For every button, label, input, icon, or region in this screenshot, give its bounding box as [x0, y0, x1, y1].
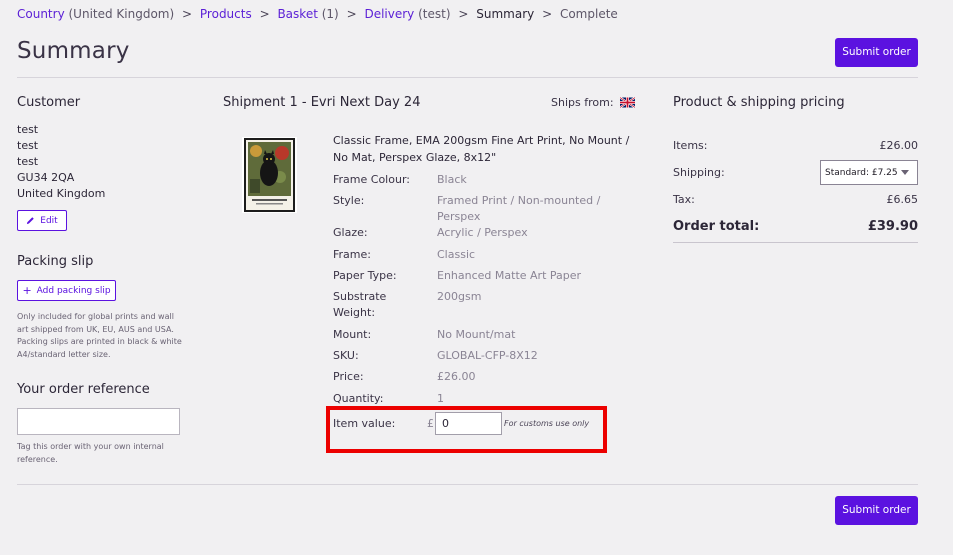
breadcrumb-basket[interactable]: Basket	[277, 7, 317, 21]
tax-label: Tax:	[673, 193, 695, 206]
page-title: Summary	[17, 38, 130, 64]
attr-label-quantity: Quantity:	[333, 392, 384, 405]
chevron-down-icon	[901, 170, 909, 175]
add-packing-slip-label: Add packing slip	[36, 285, 111, 296]
tax-value: £6.65	[886, 193, 919, 206]
breadcrumb-country-value: (United Kingdom)	[68, 7, 175, 21]
breadcrumb-separator: >	[182, 7, 193, 21]
breadcrumb-delivery-value: (test)	[418, 7, 451, 21]
add-packing-slip-button[interactable]: + Add packing slip	[17, 280, 116, 301]
attr-value-style: Framed Print / Non-mounted / Perspex	[437, 194, 601, 223]
pencil-icon	[27, 217, 35, 225]
submit-order-button-top[interactable]: Submit order	[835, 38, 918, 67]
attr-label-style: Style:	[333, 194, 365, 207]
order-total-row: Order total: £39.90	[673, 219, 918, 234]
breadcrumb-products[interactable]: Products	[200, 7, 252, 21]
breadcrumb-separator: >	[458, 7, 469, 21]
product-name: Classic Frame, EMA 200gsm Fine Art Print…	[333, 134, 630, 164]
attr-value-paper-type: Enhanced Matte Art Paper	[437, 269, 582, 282]
shipping-row: Shipping:	[673, 166, 753, 179]
breadcrumb-separator: >	[542, 7, 553, 21]
breadcrumb-basket-count: (1)	[321, 7, 339, 21]
attr-value-substrate-weight: 200gsm	[437, 290, 482, 303]
item-value-label: Item value:	[333, 417, 396, 430]
currency-symbol: £	[427, 417, 434, 430]
customer-line: test	[17, 123, 39, 136]
attr-label-sku: SKU:	[333, 349, 359, 362]
attr-value-sku: GLOBAL-CFP-8X12	[437, 349, 538, 362]
product-thumbnail	[242, 137, 297, 213]
shipping-select[interactable]: Standard: £7.25	[820, 160, 918, 185]
attr-label-frame-colour: Frame Colour:	[333, 173, 410, 186]
framed-print-image	[242, 137, 297, 213]
breadcrumb-separator: >	[346, 7, 357, 21]
order-reference-input[interactable]	[17, 408, 180, 435]
order-total-label: Order total:	[673, 219, 760, 234]
packing-slip-note: Only included for global prints and wall…	[17, 312, 182, 359]
customer-heading: Customer	[17, 95, 81, 110]
attr-value-mount: No Mount/mat	[437, 328, 516, 341]
customer-line: test	[17, 139, 39, 152]
attr-value-frame-colour: Black	[437, 173, 467, 186]
breadcrumb-delivery[interactable]: Delivery	[364, 7, 414, 21]
order-reference-note: Tag this order with your own internal re…	[17, 442, 164, 464]
item-value-input[interactable]: 0	[435, 412, 502, 435]
attr-label-glaze: Glaze:	[333, 226, 368, 239]
pricing-heading: Product & shipping pricing	[673, 95, 845, 110]
order-reference-heading: Your order reference	[17, 382, 150, 397]
submit-order-button-bottom[interactable]: Submit order	[835, 496, 918, 525]
divider-top	[17, 77, 918, 78]
attr-label-frame: Frame:	[333, 248, 371, 261]
tax-row: Tax: £6.65	[673, 193, 918, 206]
attr-label-mount: Mount:	[333, 328, 372, 341]
breadcrumb-separator: >	[259, 7, 270, 21]
shipping-selected: Standard: £7.25	[825, 167, 898, 178]
items-label: Items:	[673, 139, 708, 152]
items-value: £26.00	[879, 139, 919, 152]
breadcrumb-complete: Complete	[559, 7, 618, 21]
ships-from-label: Ships from:	[551, 96, 614, 109]
customer-line: GU34 2QA	[17, 171, 75, 184]
attr-label-paper-type: Paper Type:	[333, 269, 397, 282]
items-row: Items: £26.00	[673, 139, 918, 152]
edit-label: Edit	[40, 215, 58, 226]
customer-address: test test test GU34 2QA United Kingdom	[17, 122, 105, 202]
attr-label-substrate-weight: Substrate Weight:	[333, 290, 387, 319]
breadcrumb: Country (United Kingdom) > Products > Ba…	[17, 7, 618, 21]
attr-value-price: £26.00	[437, 370, 476, 383]
customs-note: For customs use only	[504, 419, 590, 428]
shipment-title: Shipment 1 - Evri Next Day 24	[223, 95, 421, 110]
divider-bottom	[17, 484, 918, 485]
ships-from: Ships from:	[551, 96, 635, 109]
breadcrumb-summary: Summary	[476, 7, 535, 21]
pricing-divider	[673, 242, 918, 243]
customer-line: United Kingdom	[17, 187, 106, 200]
attr-value-frame: Classic	[437, 248, 476, 261]
attr-value-glaze: Acrylic / Perspex	[437, 226, 528, 239]
plus-icon: +	[22, 284, 32, 297]
order-total-value: £39.90	[867, 219, 918, 234]
attr-value-quantity: 1	[437, 392, 444, 405]
breadcrumb-country[interactable]: Country	[17, 7, 65, 21]
edit-customer-button[interactable]: Edit	[17, 210, 67, 231]
customer-line: test	[17, 155, 39, 168]
uk-flag-icon	[619, 97, 635, 108]
attr-label-price: Price:	[333, 370, 364, 383]
shipping-label: Shipping:	[673, 166, 725, 179]
packing-slip-heading: Packing slip	[17, 254, 94, 269]
